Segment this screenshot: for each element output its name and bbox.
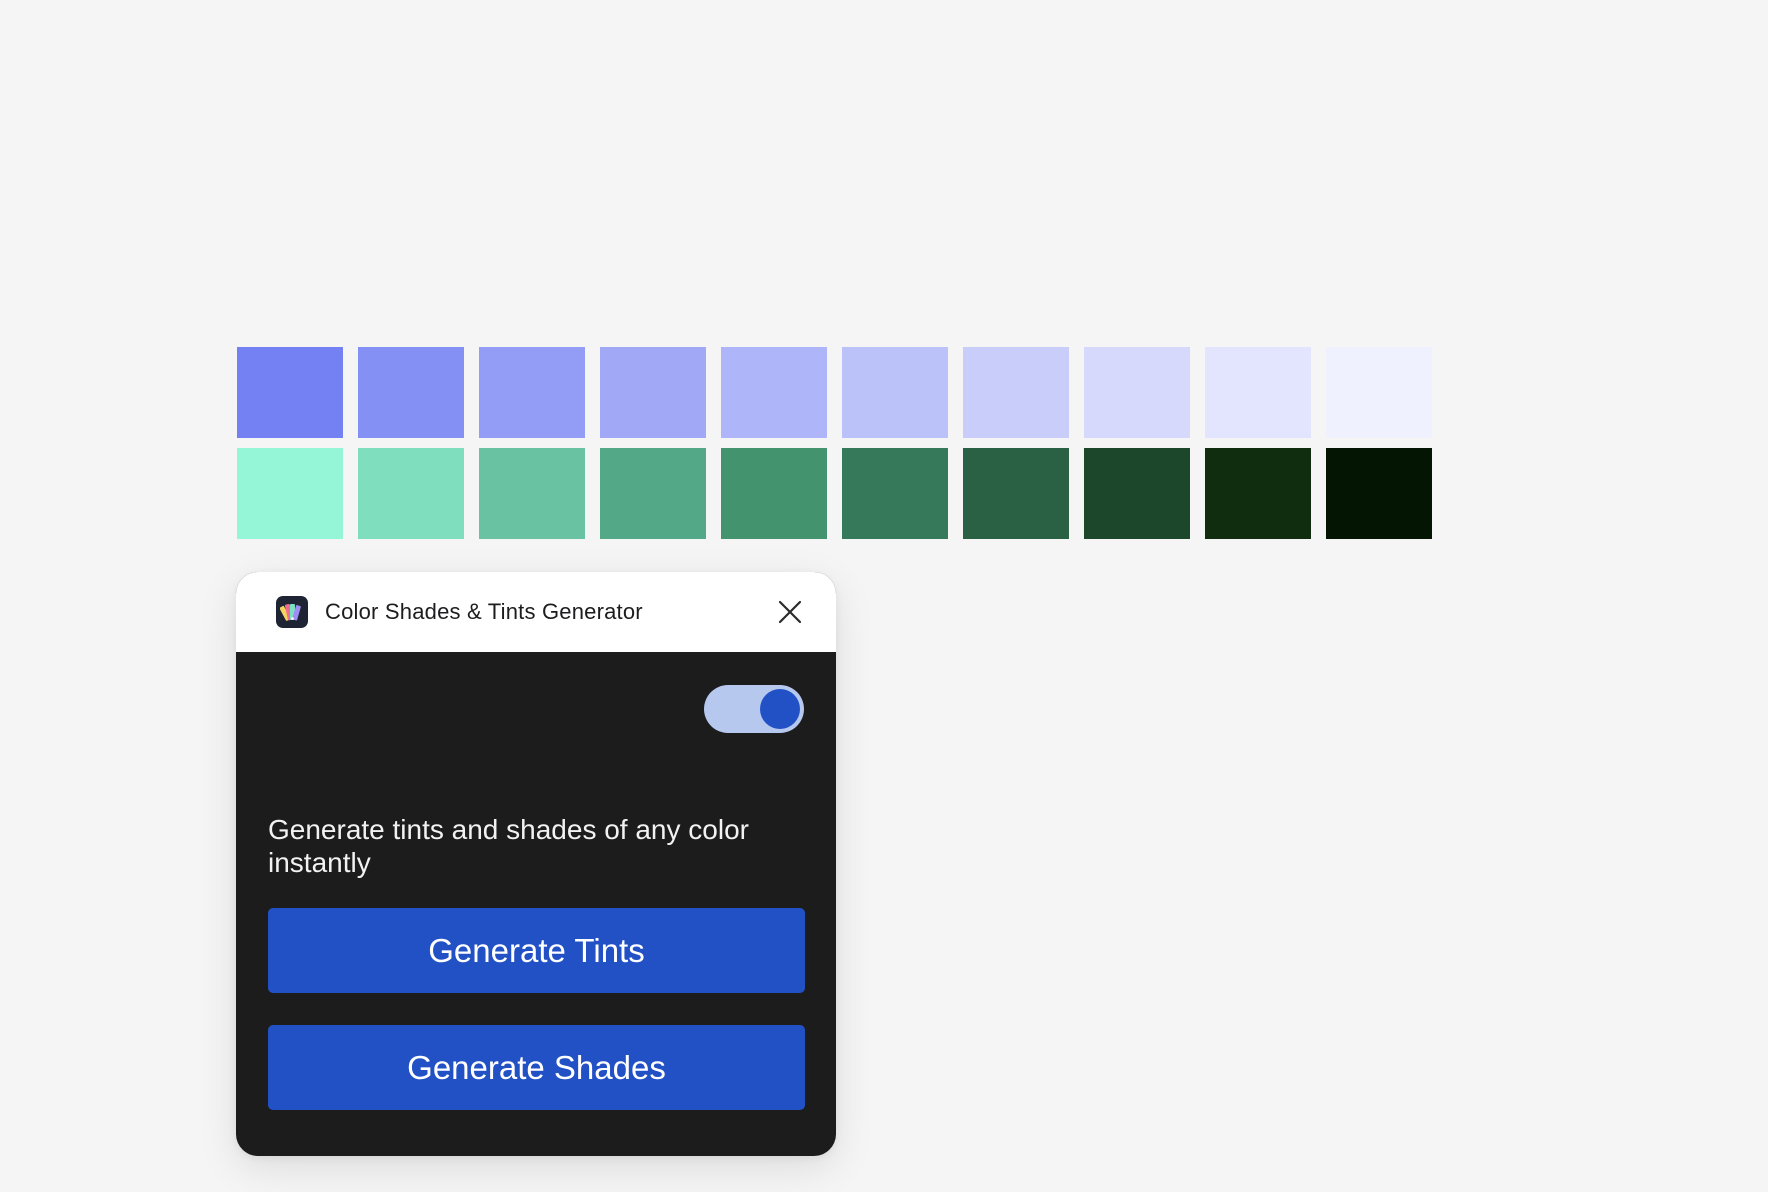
tint-swatch-6[interactable] (842, 347, 948, 438)
tint-swatch-8[interactable] (1084, 347, 1190, 438)
shade-swatch-9[interactable] (1205, 448, 1311, 539)
shade-swatch-2[interactable] (358, 448, 464, 539)
toggle-knob (760, 689, 800, 729)
tint-swatch-1[interactable] (237, 347, 343, 438)
shade-swatch-8[interactable] (1084, 448, 1190, 539)
tint-swatch-7[interactable] (963, 347, 1069, 438)
tint-swatch-3[interactable] (479, 347, 585, 438)
enable-toggle[interactable] (704, 685, 804, 733)
shade-swatch-6[interactable] (842, 448, 948, 539)
shade-swatch-10[interactable] (1326, 448, 1432, 539)
tint-swatch-5[interactable] (721, 347, 827, 438)
tint-swatch-2[interactable] (358, 347, 464, 438)
tint-swatch-10[interactable] (1326, 347, 1432, 438)
shade-swatch-5[interactable] (721, 448, 827, 539)
shade-swatch-1[interactable] (237, 448, 343, 539)
generate-shades-button[interactable]: Generate Shades (268, 1025, 805, 1110)
extension-popup: Color Shades & Tints Generator Generate … (236, 572, 836, 1156)
shade-swatch-3[interactable] (479, 448, 585, 539)
generate-tints-button[interactable]: Generate Tints (268, 908, 805, 993)
popup-header: Color Shades & Tints Generator (236, 572, 836, 652)
popup-title: Color Shades & Tints Generator (325, 599, 643, 624)
close-button[interactable] (772, 594, 808, 630)
popup-description: Generate tints and shades of any color i… (268, 814, 749, 878)
shade-swatch-7[interactable] (963, 448, 1069, 539)
swatch-grid (237, 347, 1432, 549)
shade-swatch-4[interactable] (600, 448, 706, 539)
shades-row (237, 448, 1432, 539)
color-palette-fan-icon (276, 596, 308, 628)
close-icon (778, 600, 802, 624)
tints-row (237, 347, 1432, 438)
popup-body: Generate tints and shades of any color i… (236, 652, 836, 1156)
tint-swatch-4[interactable] (600, 347, 706, 438)
tint-swatch-9[interactable] (1205, 347, 1311, 438)
